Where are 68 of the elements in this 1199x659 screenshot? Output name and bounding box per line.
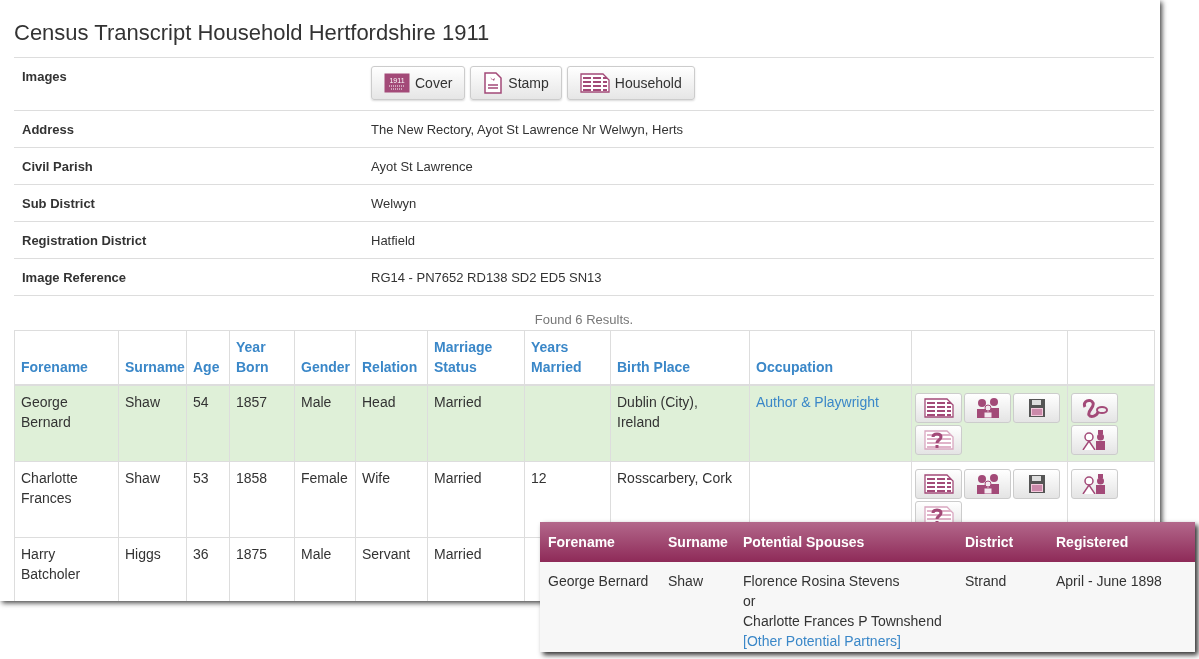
- occupation-link[interactable]: Author & Playwright: [756, 394, 879, 410]
- spouse-search-button[interactable]: [1071, 469, 1118, 499]
- detail-label: Address: [21, 121, 76, 137]
- detail-label: Images: [21, 69, 68, 84]
- spouse-search-button[interactable]: [1071, 425, 1118, 455]
- spouse-name: or: [743, 592, 757, 611]
- bride-and-groom-icon: [1081, 474, 1108, 494]
- family-icon: [974, 398, 1001, 418]
- table-cell: Female: [294, 461, 356, 538]
- spouse-name: Charlotte Frances P Townshend: [743, 612, 943, 631]
- detail-value: The New Rectory, Ayot St Lawrence Nr Welwyn, Herts: [371, 121, 684, 137]
- popup-cell-text: April - June 1898: [1055, 572, 1163, 591]
- detail-value: Welwyn: [371, 195, 417, 211]
- popup-cell-text: Strand: [964, 572, 1008, 591]
- transcript-button[interactable]: [915, 469, 962, 499]
- household-button[interactable]: Household: [566, 66, 695, 100]
- popup-column-header: Registered: [1055, 534, 1130, 550]
- table-cell: 1875: [229, 537, 295, 601]
- document-table-icon: [923, 474, 954, 494]
- document-table-icon: [923, 398, 954, 418]
- popup-column-header: District: [964, 534, 1015, 550]
- detail-label: Sub District: [21, 195, 96, 211]
- detail-label: Image Reference: [21, 269, 128, 285]
- family-button[interactable]: [964, 393, 1011, 423]
- table-cell: Harry Batcholer: [14, 537, 119, 601]
- table-cell: Male: [294, 385, 356, 462]
- table-cell: 53: [186, 461, 230, 538]
- table-cell: Male: [294, 537, 356, 601]
- popup-cell-text: Shaw: [667, 572, 705, 591]
- query-button[interactable]: [915, 425, 962, 455]
- table-cell: Higgs: [118, 537, 187, 601]
- family-icon: [974, 474, 1001, 494]
- table-cell: 54: [186, 385, 230, 462]
- detail-value: Hatfield: [371, 232, 416, 248]
- table-cell: Married: [427, 537, 525, 601]
- table-cell: Dublin (City), Ireland: [610, 385, 750, 462]
- detail-value: RG14 - PN7652 RD138 SD2 ED5 SN13: [371, 269, 602, 285]
- table-cell: Head: [355, 385, 428, 462]
- document-question-icon: [923, 430, 954, 450]
- table-cell: Servant: [355, 537, 428, 601]
- chain-link-icon: [1080, 397, 1109, 419]
- save-button[interactable]: [1013, 469, 1060, 499]
- table-cell: 1857: [229, 385, 295, 462]
- table-cell: Shaw: [118, 385, 187, 462]
- detail-label: Registration District: [21, 232, 148, 248]
- family-button[interactable]: [964, 469, 1011, 499]
- table-cell: Wife: [355, 461, 428, 538]
- table-cell: Charlotte Frances: [14, 461, 119, 538]
- stamp-button[interactable]: Stamp: [470, 66, 562, 100]
- link-button[interactable]: [1071, 393, 1118, 423]
- bride-and-groom-icon: [1081, 430, 1108, 450]
- table-cell: George Bernard: [14, 385, 119, 462]
- page-title: Census Transcript Household Hertfordshire 1911: [14, 19, 491, 47]
- detail-label: Civil Parish: [21, 158, 94, 174]
- table-cell: 36: [186, 537, 230, 601]
- spouse-name: Florence Rosina Stevens: [743, 572, 901, 591]
- table-cell: Married: [427, 461, 525, 538]
- save-button[interactable]: [1013, 393, 1060, 423]
- other-partners-link[interactable]: [Other Potential Partners]: [743, 631, 957, 651]
- results-count: Found 6 Results.: [533, 312, 635, 327]
- stamp-document-icon: [483, 72, 504, 94]
- transcript-button[interactable]: [915, 393, 962, 423]
- document-table-icon: [579, 73, 610, 93]
- table-cell: Married: [427, 385, 525, 462]
- detail-value: Ayot St Lawrence: [371, 158, 473, 174]
- table-cell: Shaw: [118, 461, 187, 538]
- popup-cell-text: George Bernard: [547, 572, 650, 591]
- table-cell: 1858: [229, 461, 295, 538]
